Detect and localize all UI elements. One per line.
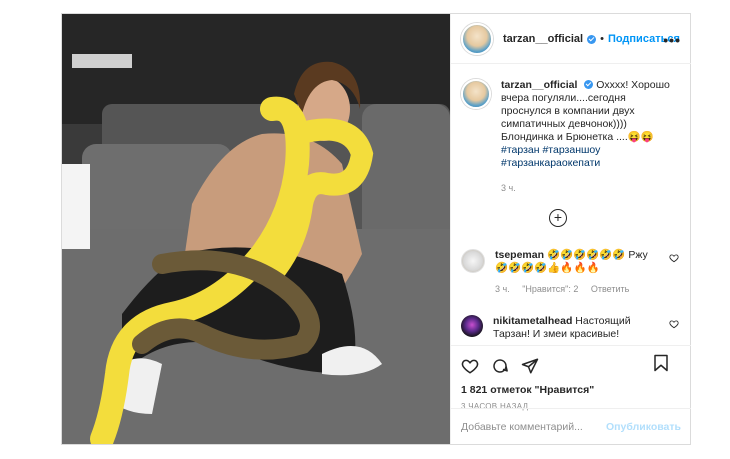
post-photo[interactable] xyxy=(62,14,450,444)
post-actions: 1 821 отметок "Нравится" 3 ЧАСОВ НАЗАД Д… xyxy=(451,345,691,444)
share-send-icon[interactable] xyxy=(521,357,539,375)
author-avatar[interactable] xyxy=(461,22,493,55)
comment-username[interactable]: tsepeman xyxy=(495,249,544,261)
comment-input[interactable]: Добавьте комментарий... xyxy=(461,421,606,433)
caption-hashtags[interactable]: #тарзан #тарзаншоу #тарзанкараокепати xyxy=(501,144,676,170)
caption: tarzan__official Охххх! Хорошо вчера пог… xyxy=(451,65,691,195)
verified-badge-icon xyxy=(584,80,594,89)
save-bookmark-icon[interactable] xyxy=(653,354,669,372)
more-options-icon[interactable]: ••• xyxy=(663,32,681,48)
comment-likes[interactable]: "Нравится": 2 xyxy=(522,284,578,294)
comment-avatar[interactable] xyxy=(461,315,483,337)
post-header: tarzan__official • Подписаться ••• xyxy=(451,14,691,64)
like-comment-heart-icon[interactable] xyxy=(669,253,679,263)
reply-button[interactable]: Ответить xyxy=(591,284,629,294)
likes-count[interactable]: 1 821 отметок "Нравится" xyxy=(451,378,691,396)
photo-illustration xyxy=(62,14,450,444)
action-icons xyxy=(451,346,691,378)
comment-bubble-icon[interactable] xyxy=(491,357,509,375)
caption-avatar[interactable] xyxy=(461,79,491,109)
publish-button[interactable]: Опубликовать xyxy=(606,421,681,433)
post-sidebar: tarzan__official • Подписаться ••• tarza… xyxy=(450,14,691,444)
verified-badge-icon xyxy=(587,35,597,44)
separator-dot: • xyxy=(600,32,604,45)
comment-time[interactable]: 3 ч. xyxy=(495,284,510,294)
comment-item: tsepeman 🤣🤣🤣🤣🤣🤣 Ржу 🤣🤣🤣🤣👍🔥🔥🔥 3 ч. "Нрави… xyxy=(461,249,681,296)
author-username[interactable]: tarzan__official xyxy=(503,33,583,45)
caption-text-block: tarzan__official Охххх! Хорошо вчера пог… xyxy=(501,79,676,195)
comment-avatar[interactable] xyxy=(461,249,485,273)
caption-time[interactable]: 3 ч. xyxy=(501,182,676,195)
comments-area[interactable]: tarzan__official Охххх! Хорошо вчера пог… xyxy=(451,65,691,345)
like-heart-icon[interactable] xyxy=(461,357,479,375)
comment-body: nikitametalhead Настоящий Тарзан! И змеи… xyxy=(493,315,653,341)
add-comment-bar: Добавьте комментарий... Опубликовать xyxy=(451,408,691,444)
comment-body: tsepeman 🤣🤣🤣🤣🤣🤣 Ржу 🤣🤣🤣🤣👍🔥🔥🔥 3 ч. "Нрави… xyxy=(495,249,655,296)
instagram-post: tarzan__official • Подписаться ••• tarza… xyxy=(61,13,691,445)
caption-username[interactable]: tarzan__official xyxy=(501,79,577,91)
like-comment-heart-icon[interactable] xyxy=(669,319,679,329)
comment-meta: 3 ч. "Нравится": 2 Ответить xyxy=(495,283,655,296)
comment-item: nikitametalhead Настоящий Тарзан! И змеи… xyxy=(461,315,681,341)
load-more-comments-icon[interactable]: + xyxy=(549,209,567,227)
comment-username[interactable]: nikitametalhead xyxy=(493,315,572,327)
